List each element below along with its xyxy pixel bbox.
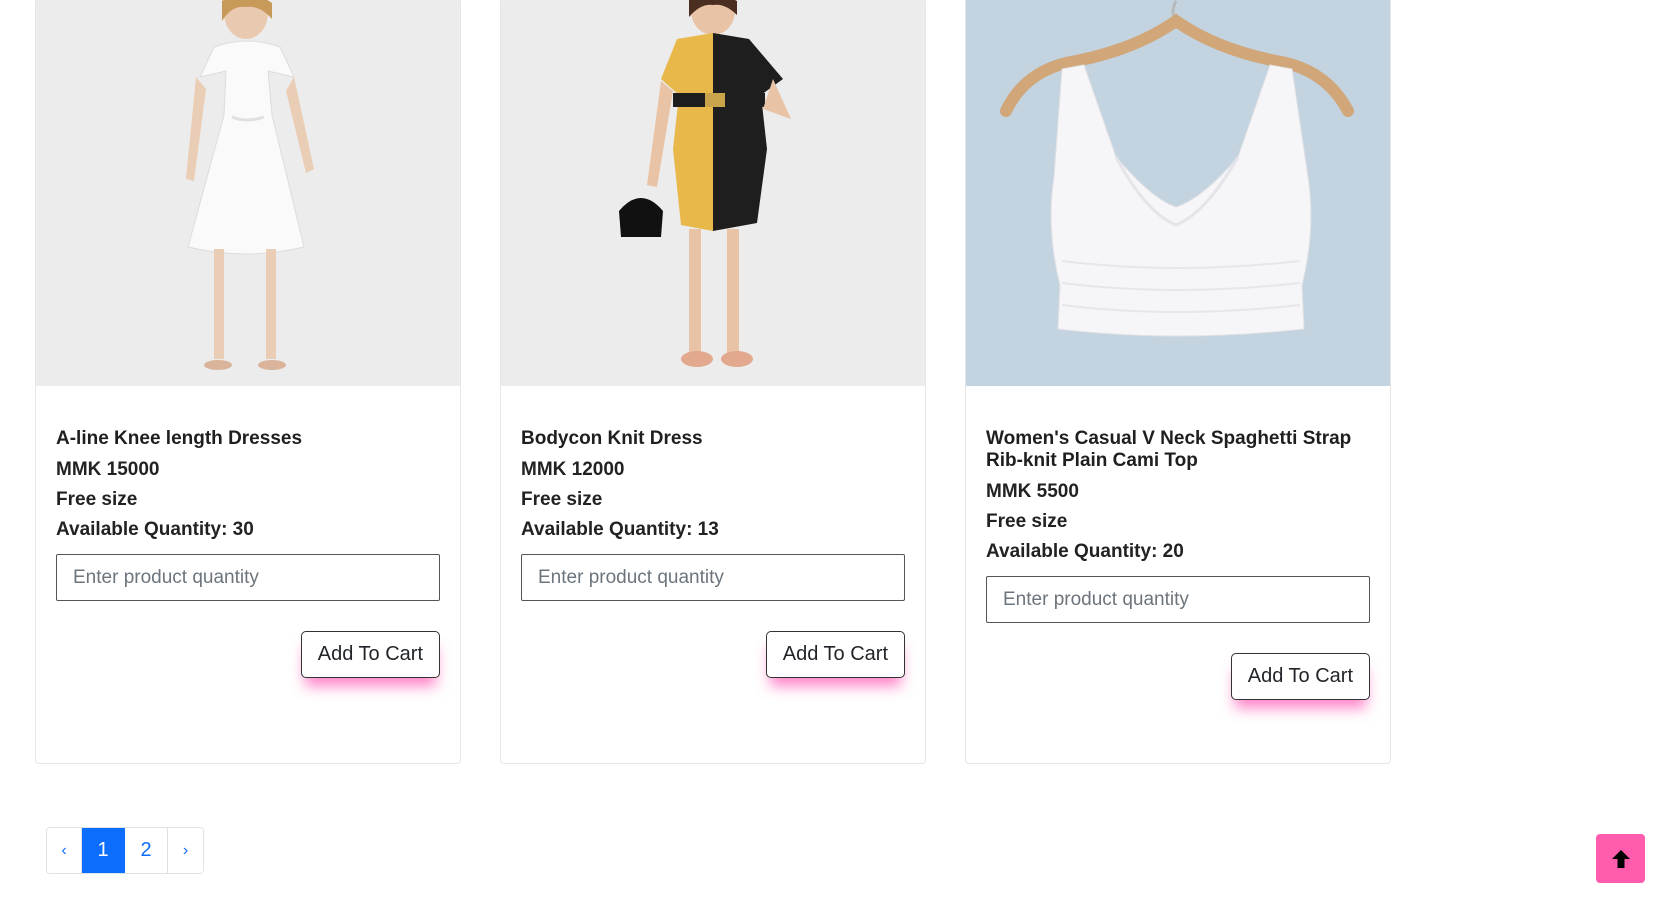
product-availability: Available Quantity: 20 [986, 541, 1184, 562]
product-price: MMK 12000 [521, 459, 625, 480]
quantity-input[interactable] [521, 554, 905, 601]
product-availability: Available Quantity: 13 [521, 519, 719, 540]
product-image-bodycon-dress[interactable] [501, 0, 925, 386]
pagination-next[interactable]: › [168, 828, 203, 873]
product-image-white-dress[interactable] [36, 0, 460, 386]
product-availability: Available Quantity: 30 [56, 519, 254, 540]
button-row: Add To Cart [986, 653, 1370, 700]
add-to-cart-button[interactable]: Add To Cart [300, 631, 440, 678]
product-card: Women's Casual V Neck Spaghetti Strap Ri… [965, 0, 1391, 764]
pagination-page-1[interactable]: 1 [82, 828, 125, 873]
product-details: A-line Knee length Dresses MMK 15000 Fre… [56, 428, 440, 678]
add-to-cart-button[interactable]: Add To Cart [765, 631, 905, 678]
product-size: Free size [986, 511, 1068, 532]
scroll-to-top-button[interactable] [1596, 834, 1645, 883]
product-image-cami-top[interactable] [966, 0, 1390, 386]
product-card: A-line Knee length Dresses MMK 15000 Fre… [35, 0, 461, 764]
quantity-input[interactable] [986, 576, 1370, 623]
product-card: Bodycon Knit Dress MMK 12000 Free size A… [500, 0, 926, 764]
product-listing-page: A-line Knee length Dresses MMK 15000 Fre… [0, 0, 1653, 904]
pagination-prev[interactable]: ‹ [47, 828, 82, 873]
product-details: Bodycon Knit Dress MMK 12000 Free size A… [521, 428, 905, 678]
product-name: Bodycon Knit Dress [521, 428, 703, 449]
quantity-input[interactable] [56, 554, 440, 601]
arrow-up-icon [1611, 849, 1630, 868]
add-to-cart-button[interactable]: Add To Cart [1230, 653, 1370, 700]
product-size: Free size [521, 489, 603, 510]
product-price: MMK 5500 [986, 481, 1079, 502]
pagination-page-2[interactable]: 2 [125, 828, 168, 873]
button-row: Add To Cart [521, 631, 905, 678]
pagination: ‹ 1 2 › [46, 827, 204, 874]
button-row: Add To Cart [56, 631, 440, 678]
product-size: Free size [56, 489, 138, 510]
product-details: Women's Casual V Neck Spaghetti Strap Ri… [986, 428, 1370, 700]
product-name: A-line Knee length Dresses [56, 428, 303, 449]
product-price: MMK 15000 [56, 459, 160, 480]
product-name: Women's Casual V Neck Spaghetti Strap Ri… [986, 428, 1352, 471]
